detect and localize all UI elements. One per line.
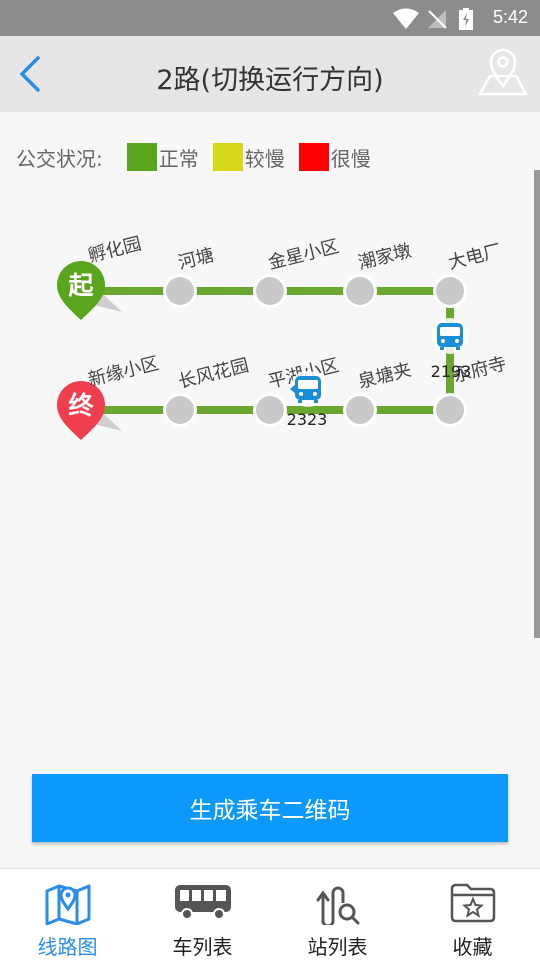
bus-id: 2193: [431, 362, 472, 381]
stop-label: 潮家墩: [356, 240, 413, 273]
map-icon: [45, 884, 90, 925]
stop-label: 孵化园: [86, 233, 143, 266]
legend-label: 公交状况:: [16, 146, 103, 171]
tab-favorites[interactable]: 收藏: [405, 869, 540, 960]
legend-normal: 正常: [126, 143, 199, 172]
generate-qr-button[interactable]: 生成乘车二维码: [32, 774, 508, 842]
bus-id: 2323: [287, 410, 328, 429]
stop-top-5[interactable]: [433, 274, 467, 308]
bus-marker[interactable]: 2323: [287, 371, 328, 429]
stop-label: 长风花园: [176, 355, 251, 393]
traffic-legend: 公交状况: 正常 较慢 很慢: [16, 142, 385, 172]
page-title[interactable]: 2路(切换运行方向): [0, 58, 540, 97]
stop-top-2[interactable]: [163, 274, 197, 308]
legend-very-slow: 很慢: [298, 143, 371, 172]
stop-top-3[interactable]: [253, 274, 287, 308]
stop-label: 泉塘夹: [356, 359, 413, 392]
map-pin-icon[interactable]: [478, 46, 528, 98]
stop-label: 河塘: [176, 245, 216, 274]
wifi-icon: [393, 8, 419, 29]
tab-bus-list[interactable]: 车列表: [135, 869, 270, 960]
favorite-folder-icon: [450, 883, 495, 923]
start-badge-text: 起: [68, 271, 94, 300]
stop-top-4[interactable]: [343, 274, 377, 308]
bus-icon: [174, 885, 231, 920]
legend-slow-swatch: [212, 143, 243, 171]
tab-label: 线路图: [37, 935, 98, 959]
status-bar: 5:42: [0, 0, 540, 36]
tab-label: 收藏: [452, 935, 493, 959]
legend-very-slow-swatch: [298, 143, 329, 171]
route-map: 起 终 孵化园 河塘 金星小区 潮家墩 大电厂 新缘小区 长风花园 平湖小区 泉…: [57, 233, 509, 440]
stop-bottom-5[interactable]: [433, 393, 467, 427]
no-signal-icon: [428, 10, 447, 29]
legend-normal-swatch: [126, 143, 157, 171]
status-time: 5:42: [492, 7, 528, 27]
battery-icon: [459, 8, 473, 30]
bus-icon: [295, 376, 321, 403]
stop-label: 新缘小区: [86, 353, 161, 391]
tab-label: 车列表: [172, 935, 233, 959]
stop-bottom-3[interactable]: [253, 393, 287, 427]
stop-label: 金星小区: [266, 236, 341, 274]
stop-bottom-4[interactable]: [343, 393, 377, 427]
tab-label: 站列表: [307, 935, 368, 959]
tab-stop-list[interactable]: 站列表: [270, 869, 405, 960]
title-bar: 2路(切换运行方向): [0, 36, 540, 112]
stop-bottom-2[interactable]: [163, 393, 197, 427]
stop-label: 大电厂: [446, 240, 503, 273]
bus-icon: [437, 323, 463, 350]
end-badge-text: 终: [68, 391, 94, 420]
legend-slow: 较慢: [212, 143, 285, 172]
bus-marker[interactable]: 2193: [431, 318, 472, 381]
bottom-tab-bar: 线路图 车列表 站列表 收藏: [0, 868, 540, 960]
tab-route-map[interactable]: 线路图: [0, 869, 135, 960]
route-search-icon: [316, 886, 359, 925]
